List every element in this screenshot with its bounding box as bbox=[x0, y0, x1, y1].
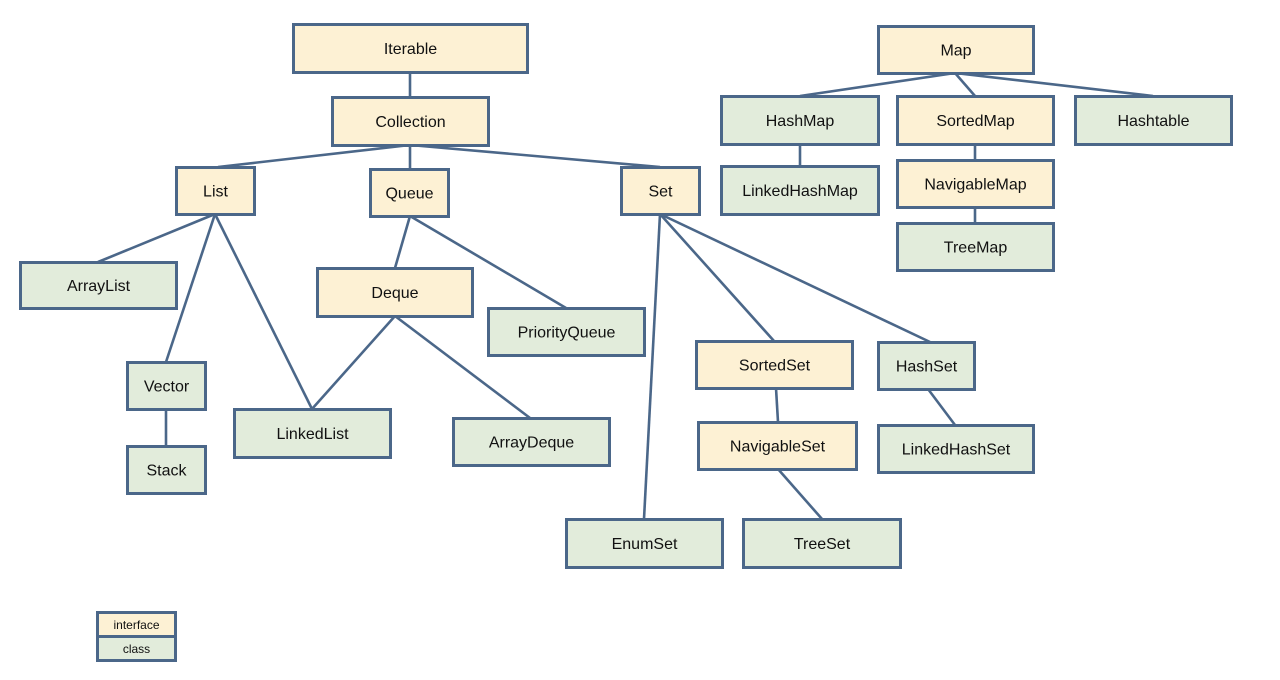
node-label: ArrayDeque bbox=[489, 435, 574, 452]
node-linkedlist: LinkedList bbox=[233, 408, 392, 459]
node-label: TreeMap bbox=[944, 240, 1008, 257]
node-treemap: TreeMap bbox=[896, 222, 1055, 272]
node-label: PriorityQueue bbox=[518, 325, 616, 342]
node-label: HashSet bbox=[896, 359, 958, 376]
legend-interface-label: interface bbox=[113, 618, 159, 632]
edge-collection-list bbox=[217, 143, 411, 169]
edge-navigableset-treeset bbox=[777, 468, 823, 520]
node-label: SortedMap bbox=[936, 113, 1014, 130]
node-deque: Deque bbox=[316, 267, 474, 318]
node-arraylist: ArrayList bbox=[19, 261, 178, 310]
node-label: Collection bbox=[375, 114, 445, 131]
node-linkedhashset: LinkedHashSet bbox=[877, 424, 1035, 474]
edge-sortedset-navigableset bbox=[774, 387, 780, 423]
node-label: Queue bbox=[385, 186, 433, 203]
edge-map-hashmap bbox=[799, 71, 956, 98]
node-enumset: EnumSet bbox=[565, 518, 724, 569]
edge-list-arraylist bbox=[97, 212, 216, 264]
edge-set-hashset bbox=[659, 212, 931, 344]
edge-deque-linkedlist bbox=[311, 315, 396, 410]
nodes: Iterable Collection List Queue Set ArrayList D… bbox=[19, 23, 1233, 569]
edge-list-linkedlist bbox=[213, 213, 314, 410]
node-label: Stack bbox=[146, 463, 187, 480]
node-sortedset: SortedSet bbox=[695, 340, 854, 390]
node-label: Iterable bbox=[384, 41, 437, 58]
node-collection: Collection bbox=[331, 96, 490, 147]
node-label: Map bbox=[940, 43, 971, 60]
node-label: Vector bbox=[144, 379, 190, 396]
node-label: LinkedHashSet bbox=[902, 442, 1011, 459]
edge-map-hashtable bbox=[954, 71, 1154, 98]
legend: interface class bbox=[96, 611, 177, 662]
edge-queue-deque bbox=[393, 215, 412, 269]
node-priorityqueue: PriorityQueue bbox=[487, 307, 646, 357]
node-set: Set bbox=[620, 166, 701, 216]
node-label: Set bbox=[648, 184, 673, 201]
node-stack: Stack bbox=[126, 445, 207, 495]
node-label: Hashtable bbox=[1117, 113, 1189, 130]
node-list: List bbox=[175, 166, 256, 216]
node-iterable: Iterable bbox=[292, 23, 529, 74]
edge-hashset-linkedhashset bbox=[926, 388, 957, 426]
node-label: NavigableSet bbox=[730, 439, 826, 456]
node-label: HashMap bbox=[766, 113, 835, 130]
node-treeset: TreeSet bbox=[742, 518, 902, 569]
node-label: LinkedList bbox=[276, 426, 349, 443]
legend-class-label: class bbox=[123, 642, 150, 656]
node-label: List bbox=[203, 184, 228, 201]
node-sortedmap: SortedMap bbox=[896, 95, 1055, 146]
node-label: NavigableMap bbox=[924, 177, 1026, 194]
node-label: LinkedHashMap bbox=[742, 183, 858, 200]
node-hashset: HashSet bbox=[877, 341, 976, 391]
node-label: TreeSet bbox=[794, 536, 851, 553]
node-label: EnumSet bbox=[612, 536, 678, 553]
node-navigableset: NavigableSet bbox=[697, 421, 858, 471]
node-label: SortedSet bbox=[739, 358, 811, 375]
node-vector: Vector bbox=[126, 361, 207, 411]
node-hashmap: HashMap bbox=[720, 95, 880, 146]
edge-map-sortedmap bbox=[954, 72, 976, 97]
node-linkedhashmap: LinkedHashMap bbox=[720, 165, 880, 216]
edge-collection-set bbox=[409, 143, 661, 169]
node-arraydeque: ArrayDeque bbox=[452, 417, 611, 467]
node-map: Map bbox=[877, 25, 1035, 75]
node-navigablemap: NavigableMap bbox=[896, 159, 1055, 209]
java-collections-diagram: Iterable Collection List Queue Set ArrayList D… bbox=[19, 23, 1233, 662]
node-label: ArrayList bbox=[67, 278, 131, 295]
node-queue: Queue bbox=[369, 168, 450, 218]
edge-set-enumset bbox=[642, 213, 662, 520]
edge-set-sortedset bbox=[659, 213, 775, 342]
node-hashtable: Hashtable bbox=[1074, 95, 1233, 146]
node-label: Deque bbox=[371, 285, 418, 302]
